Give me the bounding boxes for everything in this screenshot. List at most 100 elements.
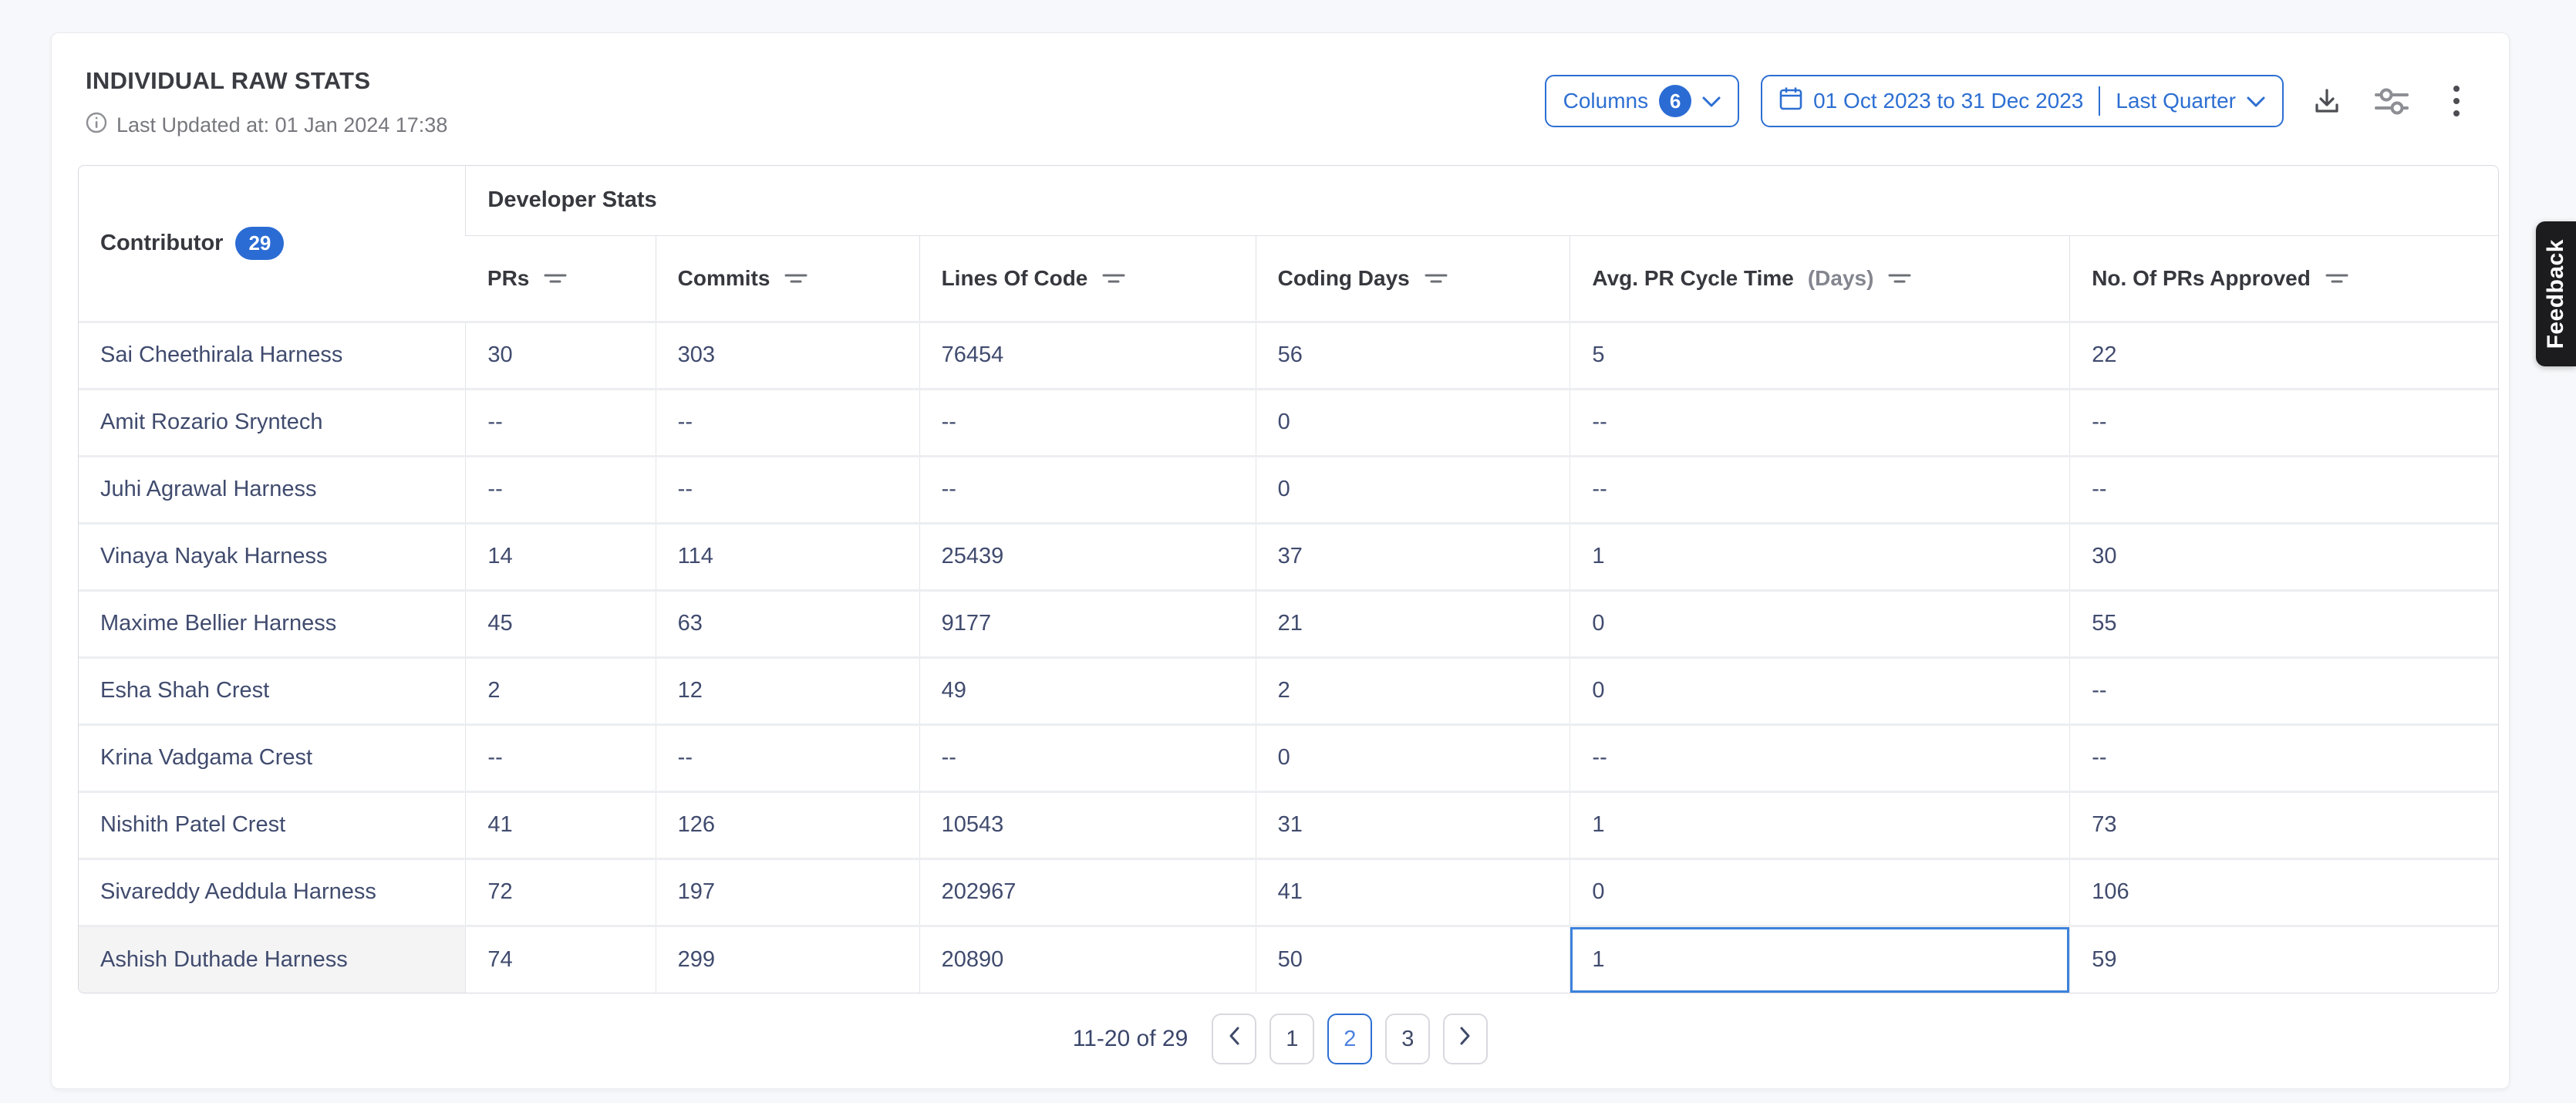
contributor-name-cell[interactable]: Krina Vadgama Crest [79,724,466,791]
contributor-name-cell[interactable]: Sai Cheethirala Harness [79,322,466,389]
feedback-tab[interactable]: Feedback [2536,221,2576,366]
contributor-name-cell[interactable]: Vinaya Nayak Harness [79,523,466,590]
stat-cell[interactable]: 37 [1256,523,1570,590]
stat-cell[interactable]: -- [466,456,656,523]
stat-cell[interactable]: 72 [466,858,656,926]
column-header-no-of-prs-approved[interactable]: No. Of PRs Approved [2070,235,2498,322]
stat-cell[interactable]: 9177 [919,590,1256,657]
stat-cell[interactable]: 1 [1570,926,2070,993]
stat-cell[interactable]: 25439 [919,523,1256,590]
filter-icon[interactable] [543,271,568,286]
stat-cell[interactable]: 0 [1570,590,2070,657]
stat-cell[interactable]: 126 [656,791,919,858]
stat-cell[interactable]: 56 [1256,322,1570,389]
title-block: INDIVIDUAL RAW STATS Last Updated at: 01… [86,67,447,139]
stat-cell[interactable]: 73 [2070,791,2498,858]
column-header-coding-days[interactable]: Coding Days [1256,235,1570,322]
kebab-menu-icon[interactable] [2435,79,2478,123]
stat-cell[interactable]: 14 [466,523,656,590]
stat-cell[interactable]: 41 [1256,858,1570,926]
stat-cell[interactable]: 202967 [919,858,1256,926]
sliders-icon[interactable] [2370,79,2413,123]
stat-cell[interactable]: 1 [1570,523,2070,590]
stat-cell[interactable]: -- [1570,456,2070,523]
stat-cell[interactable]: 12 [656,657,919,724]
stat-cell[interactable]: 2 [466,657,656,724]
stats-table: Contributor 29 Developer Stats PRs Commi… [78,165,2499,993]
stat-cell[interactable]: 45 [466,590,656,657]
stat-cell[interactable]: 50 [1256,926,1570,993]
prev-page-button[interactable] [1212,1014,1256,1064]
stat-cell[interactable]: -- [2070,389,2498,456]
stat-cell[interactable]: -- [466,389,656,456]
stat-cell[interactable]: -- [919,456,1256,523]
page-button-2-active[interactable]: 2 [1327,1014,1372,1064]
columns-button[interactable]: Columns 6 [1545,75,1739,127]
stat-cell[interactable]: 55 [2070,590,2498,657]
stat-cell[interactable]: 21 [1256,590,1570,657]
stat-cell[interactable]: 2 [1256,657,1570,724]
stat-cell[interactable]: -- [656,724,919,791]
stat-cell[interactable]: 76454 [919,322,1256,389]
filter-icon[interactable] [1424,271,1448,286]
page-button-1[interactable]: 1 [1269,1014,1314,1064]
stat-cell[interactable]: 10543 [919,791,1256,858]
date-range-button[interactable]: 01 Oct 2023 to 31 Dec 2023 Last Quarter [1761,75,2284,127]
stat-cell[interactable]: 30 [2070,523,2498,590]
contributor-name-cell[interactable]: Juhi Agrawal Harness [79,456,466,523]
stat-cell[interactable]: 30 [466,322,656,389]
columns-count-badge: 6 [1659,85,1691,117]
stat-cell[interactable]: -- [656,389,919,456]
page-button-3[interactable]: 3 [1385,1014,1430,1064]
filter-icon[interactable] [2325,271,2349,286]
stat-cell[interactable]: -- [919,389,1256,456]
stat-cell[interactable]: 74 [466,926,656,993]
stat-cell[interactable]: 303 [656,322,919,389]
stat-cell[interactable]: 0 [1256,389,1570,456]
contributor-name-cell[interactable]: Sivareddy Aeddula Harness [79,858,466,926]
filter-icon[interactable] [784,271,808,286]
card-header: INDIVIDUAL RAW STATS Last Updated at: 01… [52,33,2509,139]
stat-cell[interactable]: 299 [656,926,919,993]
contributor-name-cell[interactable]: Ashish Duthade Harness [79,926,466,993]
stat-cell[interactable]: 5 [1570,322,2070,389]
stat-cell[interactable]: 1 [1570,791,2070,858]
column-header-prs[interactable]: PRs [466,235,656,322]
stat-cell[interactable]: 31 [1256,791,1570,858]
stat-cell[interactable]: 49 [919,657,1256,724]
stat-cell[interactable]: 41 [466,791,656,858]
stat-cell[interactable]: 114 [656,523,919,590]
stat-cell[interactable]: -- [1570,724,2070,791]
stat-cell[interactable]: 106 [2070,858,2498,926]
contributor-name-cell[interactable]: Maxime Bellier Harness [79,590,466,657]
contributor-name-cell[interactable]: Amit Rozario Sryntech [79,389,466,456]
stat-cell[interactable]: 63 [656,590,919,657]
table-row: Maxime Bellier Harness4563917721055 [79,590,2498,657]
filter-icon[interactable] [1887,271,1912,286]
stat-cell[interactable]: 197 [656,858,919,926]
table-row: Vinaya Nayak Harness141142543937130 [79,523,2498,590]
stat-cell[interactable]: -- [466,724,656,791]
stat-cell[interactable]: 20890 [919,926,1256,993]
stat-cell[interactable]: 0 [1570,657,2070,724]
contributor-name-cell[interactable]: Esha Shah Crest [79,657,466,724]
stat-cell[interactable]: 0 [1256,724,1570,791]
stat-cell[interactable]: -- [2070,456,2498,523]
filter-icon[interactable] [1101,271,1126,286]
stat-cell[interactable]: -- [656,456,919,523]
download-icon[interactable] [2305,79,2348,123]
column-header-commits[interactable]: Commits [656,235,919,322]
stat-cell[interactable]: 0 [1256,456,1570,523]
contributor-name-cell[interactable]: Nishith Patel Crest [79,791,466,858]
stat-cell[interactable]: -- [2070,657,2498,724]
stat-cell[interactable]: 22 [2070,322,2498,389]
stat-cell[interactable]: -- [1570,389,2070,456]
stat-cell[interactable]: 59 [2070,926,2498,993]
stat-cell[interactable]: 0 [1570,858,2070,926]
chevron-right-icon [1459,1026,1472,1052]
stat-cell[interactable]: -- [919,724,1256,791]
next-page-button[interactable] [1443,1014,1488,1064]
stat-cell[interactable]: -- [2070,724,2498,791]
column-header-lines-of-code[interactable]: Lines Of Code [919,235,1256,322]
column-header-avg-pr-cycle-time[interactable]: Avg. PR Cycle Time(Days) [1570,235,2070,322]
